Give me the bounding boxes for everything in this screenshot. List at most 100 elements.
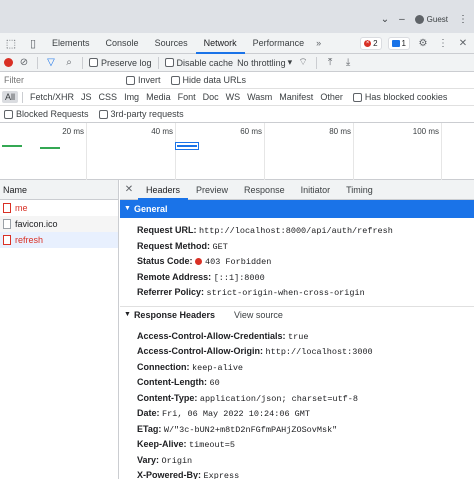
more-tabs-icon[interactable]: » [312, 38, 325, 48]
type-manifest[interactable]: Manifest [276, 91, 316, 103]
clear-icon[interactable]: ⊘ [17, 57, 31, 68]
header-value: Fri, 06 May 2022 10:24:06 GMT [162, 409, 310, 419]
name-column-header[interactable]: Name [0, 180, 118, 200]
type-css[interactable]: CSS [96, 91, 121, 103]
checkbox-box [352, 92, 362, 102]
chevron-down-icon[interactable]: ⌄ [381, 14, 389, 25]
timeline-request-bar [40, 147, 60, 149]
inspect-element-icon[interactable]: ⬚ [0, 33, 22, 54]
devtools-tabbar: ⬚ ▯ Elements Console Sources Network Per… [0, 33, 474, 54]
blocked-requests-checkbox[interactable]: Blocked Requests [4, 109, 89, 119]
header-value: http://localhost:3000 [265, 347, 373, 357]
general-row: Request Method: GET [120, 239, 474, 255]
tab-headers[interactable]: Headers [138, 180, 189, 200]
header-key: Request URL: [137, 225, 197, 235]
timeline-tick-label: 20 ms [62, 127, 84, 136]
throttling-value: No throttling [237, 57, 286, 68]
close-devtools-icon[interactable]: ✕ [456, 38, 470, 49]
device-toolbar-icon[interactable]: ▯ [22, 33, 44, 54]
type-fetch-xhr[interactable]: Fetch/XHR [27, 91, 77, 103]
import-har-icon[interactable]: ⤒ [323, 57, 337, 68]
divider [22, 91, 24, 103]
response-header-row: ETag: W/"3c-bUN2+m8tD2nFGfmPAHjZOSovMsk" [120, 422, 474, 438]
export-har-icon[interactable]: ⤓ [341, 57, 355, 68]
timeline-gridline [264, 123, 265, 180]
response-header-row: Content-Type: application/json; charset=… [120, 391, 474, 407]
search-icon[interactable]: ⌕ [62, 57, 76, 68]
invert-label: Invert [138, 75, 161, 85]
settings-gear-icon[interactable]: ⚙ [416, 38, 430, 49]
hide-data-urls-checkbox[interactable]: Hide data URLs [170, 75, 246, 85]
third-party-checkbox[interactable]: 3rd-party requests [98, 109, 184, 119]
tab-network[interactable]: Network [195, 33, 245, 54]
header-key: Content-Length: [137, 377, 207, 387]
has-blocked-cookies-checkbox[interactable]: Has blocked cookies [352, 92, 448, 102]
checkbox-box [4, 109, 13, 119]
response-headers-title: Response Headers [133, 310, 215, 320]
type-media[interactable]: Media [143, 91, 174, 103]
type-img[interactable]: Img [121, 91, 142, 103]
response-header-row: X-Powered-By: Express [120, 468, 474, 479]
message-count: 1 [401, 38, 406, 48]
header-value: Express [203, 471, 240, 479]
checkbox-box [126, 75, 135, 85]
header-key: Access-Control-Allow-Credentials: [137, 330, 286, 341]
header-value: W/"3c-bUN2+m8tD2nFGfmPAHjZOSovMsk" [163, 424, 338, 435]
close-detail-icon[interactable]: ✕ [120, 184, 138, 195]
kebab-menu-icon[interactable]: ⋮ [458, 14, 468, 25]
network-conditions-icon[interactable]: ⌔ [296, 56, 310, 69]
type-ws[interactable]: WS [223, 91, 244, 103]
request-row-favicon[interactable]: favicon.ico [0, 216, 118, 232]
error-count-badge[interactable]: × 2 [360, 36, 382, 50]
record-icon[interactable] [4, 58, 13, 67]
divider [316, 56, 318, 69]
header-value: keep-alive [192, 362, 244, 373]
header-key: Access-Control-Allow-Origin: [137, 346, 264, 356]
file-icon [3, 219, 11, 229]
header-key: Date: [137, 408, 160, 418]
type-wasm[interactable]: Wasm [244, 91, 275, 103]
header-key: Status Code: [137, 256, 193, 266]
tab-sources[interactable]: Sources [147, 33, 196, 54]
type-font[interactable]: Font [175, 91, 199, 103]
invert-checkbox[interactable]: Invert [126, 75, 161, 85]
request-row-me[interactable]: me [0, 200, 118, 216]
tab-performance[interactable]: Performance [245, 33, 313, 54]
timeline-tick-label: 80 ms [329, 127, 351, 136]
header-value: timeout=5 [189, 440, 235, 450]
header-value: application/json; charset=utf-8 [199, 393, 358, 404]
response-headers-section-header[interactable]: ▼ Response Headers View source [120, 305, 474, 324]
type-all[interactable]: All [2, 91, 19, 103]
message-count-badge[interactable]: 1 [387, 36, 410, 50]
tab-initiator[interactable]: Initiator [293, 180, 339, 200]
view-source-link[interactable]: View source [234, 306, 283, 324]
general-section-header[interactable]: ▼ General [120, 200, 474, 218]
filter-input[interactable] [4, 73, 116, 87]
network-overview-timeline[interactable]: 20 ms 40 ms 60 ms 80 ms 100 ms [0, 123, 474, 180]
filter-icon[interactable]: ▽ [44, 57, 58, 68]
type-js[interactable]: JS [78, 91, 95, 103]
tab-console[interactable]: Console [98, 33, 147, 54]
profile-button[interactable]: Guest [414, 15, 448, 24]
has-blocked-cookies-label: Has blocked cookies [364, 92, 448, 102]
tab-timing[interactable]: Timing [338, 180, 381, 200]
tab-preview[interactable]: Preview [188, 180, 236, 200]
preserve-log-checkbox[interactable]: Preserve log [89, 58, 152, 68]
header-value: http://localhost:8000/api/auth/refresh [199, 226, 393, 236]
devtools-menu-icon[interactable]: ⋮ [436, 38, 450, 49]
request-row-refresh[interactable]: refresh [0, 232, 118, 248]
checkbox-box [170, 75, 180, 85]
response-header-row: Date: Fri, 06 May 2022 10:24:06 GMT [120, 406, 474, 422]
tab-response[interactable]: Response [236, 180, 293, 200]
header-key: Vary: [137, 454, 160, 465]
type-doc[interactable]: Doc [200, 91, 222, 103]
response-header-row: Keep-Alive: timeout=5 [120, 437, 474, 453]
general-row: Referrer Policy: strict-origin-when-cros… [120, 285, 474, 301]
throttling-select[interactable]: No throttling ▾ [237, 57, 292, 68]
disable-cache-checkbox[interactable]: Disable cache [164, 58, 233, 68]
tab-elements[interactable]: Elements [44, 33, 98, 54]
minimize-icon[interactable]: – [399, 14, 405, 25]
timeline-gridline [86, 123, 87, 180]
checkbox-box [98, 109, 108, 119]
type-other[interactable]: Other [317, 91, 346, 103]
